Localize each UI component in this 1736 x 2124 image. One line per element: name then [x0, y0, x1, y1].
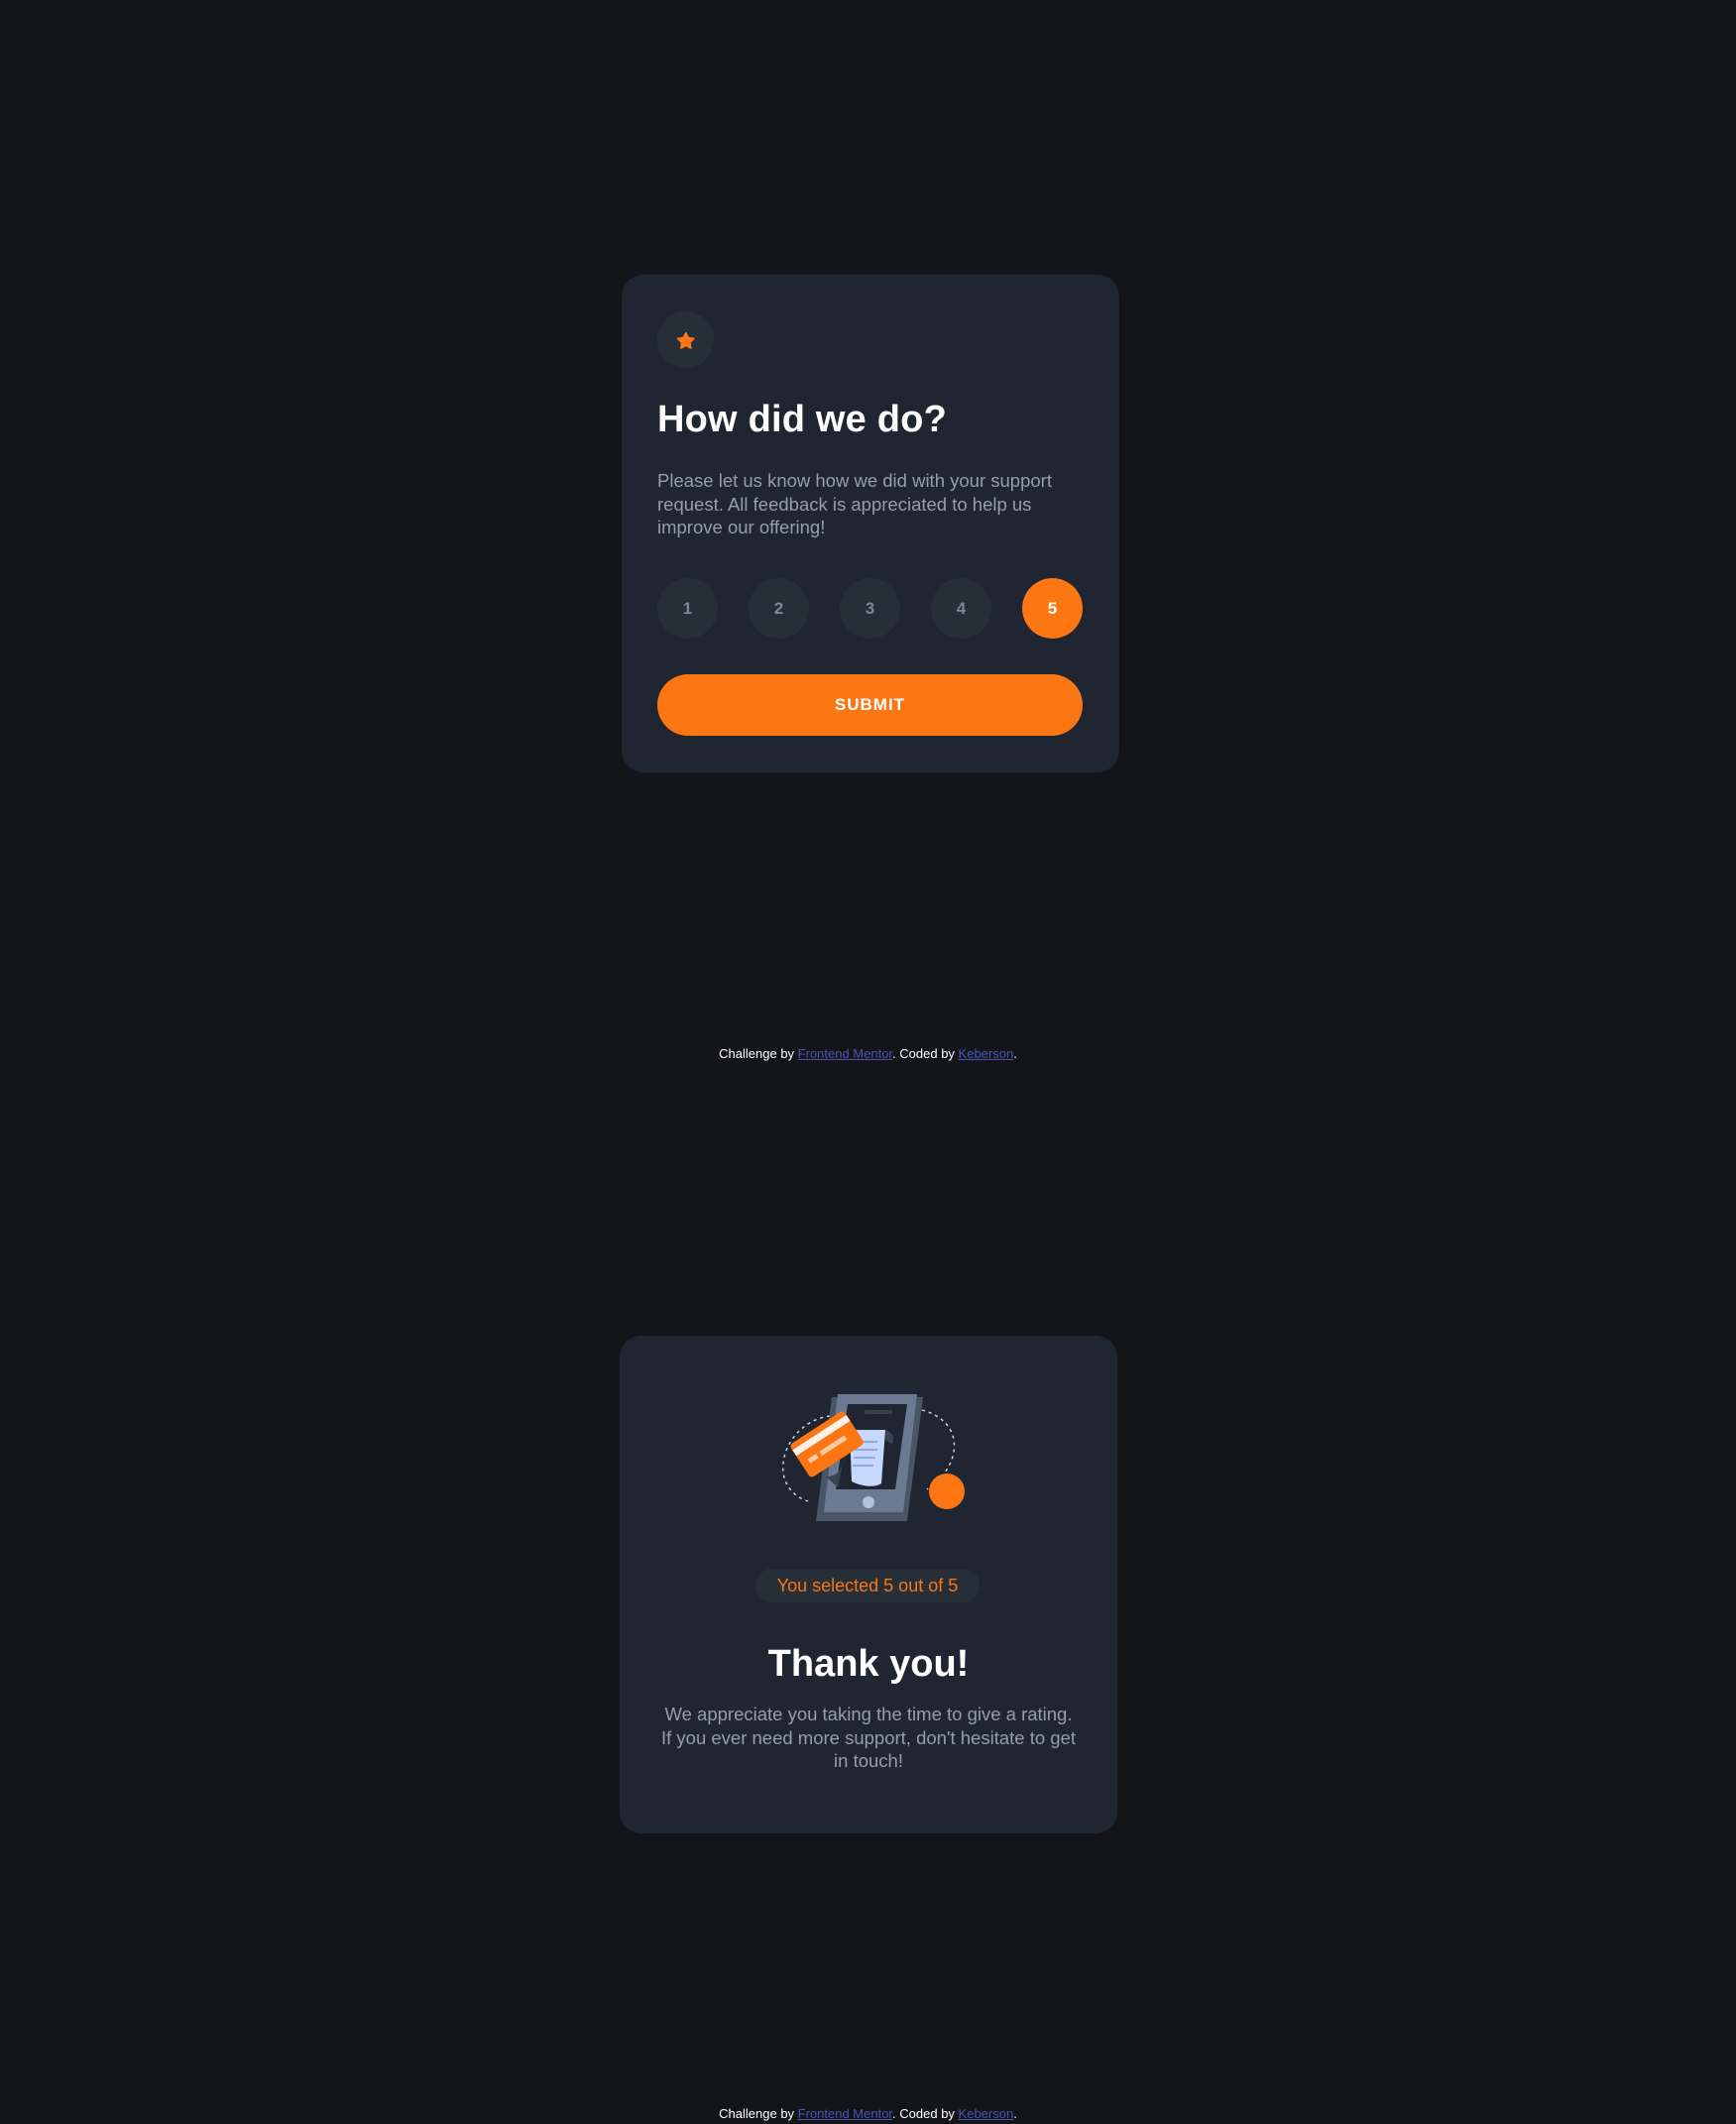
rating-card: How did we do? Please let us know how we… — [622, 275, 1119, 772]
rating-title: How did we do? — [657, 399, 947, 440]
rating-description: Please let us know how we did with your … — [657, 470, 1052, 537]
rating-button-4[interactable]: 4 — [931, 578, 991, 639]
star-badge — [657, 311, 714, 368]
thankyou-description: We appreciate you taking the time to giv… — [661, 1704, 1076, 1771]
payment-phone-illustration — [782, 1394, 965, 1521]
author-link[interactable]: Keberson — [959, 1046, 1014, 1061]
star-icon — [676, 331, 695, 349]
attribution-suffix: . — [1013, 1046, 1017, 1061]
frontend-mentor-link[interactable]: Frontend Mentor — [798, 1046, 892, 1061]
thankyou-title: Thank you! — [767, 1643, 970, 1685]
thankyou-card: You selected 5 out of 5 Thank you! We ap… — [620, 1336, 1117, 1833]
author-link[interactable]: Keberson — [959, 2106, 1014, 2121]
attribution-suffix: . — [1013, 2106, 1017, 2121]
attribution-prefix: Challenge by — [719, 1046, 798, 1061]
attribution: Challenge by Frontend Mentor. Coded by K… — [0, 2106, 1736, 2121]
rating-options: 1 2 3 4 5 — [657, 578, 1084, 640]
selected-rating-badge: You selected 5 out of 5 — [755, 1569, 980, 1602]
rating-button-3[interactable]: 3 — [840, 578, 900, 639]
rating-button-1[interactable]: 1 — [657, 578, 718, 639]
attribution-middle: . Coded by — [892, 2106, 959, 2121]
attribution-prefix: Challenge by — [719, 2106, 798, 2121]
attribution: Challenge by Frontend Mentor. Coded by K… — [0, 1046, 1736, 1061]
submit-button[interactable]: SUBMIT — [657, 674, 1083, 736]
rating-button-5[interactable]: 5 — [1022, 578, 1083, 639]
frontend-mentor-link[interactable]: Frontend Mentor — [798, 2106, 892, 2121]
attribution-middle: . Coded by — [892, 1046, 959, 1061]
rating-button-2[interactable]: 2 — [749, 578, 809, 639]
